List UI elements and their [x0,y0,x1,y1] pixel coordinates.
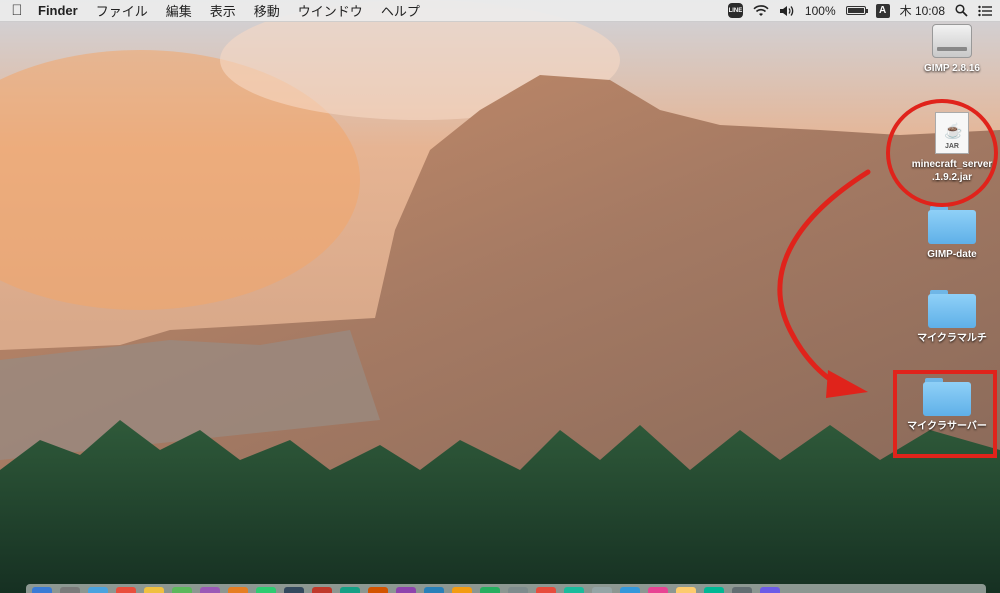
dock-app-icon[interactable] [760,587,780,593]
dock-app-icon[interactable] [144,587,164,593]
dock-app-icon[interactable] [368,587,388,593]
apple-icon[interactable]:  [0,2,34,19]
dock-app-icon[interactable] [452,587,472,593]
menu-window[interactable]: ウインドウ [289,1,372,20]
input-source-icon[interactable]: A [875,3,890,18]
folder-icon [928,206,976,244]
dock-app-icon[interactable] [116,587,136,593]
desktop-icon-gimp-drive[interactable]: GIMP 2.8.16 [904,24,1000,75]
battery-percent: 100% [804,3,836,18]
dock-app-icon[interactable] [592,587,612,593]
battery-icon[interactable] [845,6,868,15]
dock-app-icon[interactable] [340,587,360,593]
dock-app-icon[interactable] [424,587,444,593]
drive-icon [932,24,972,58]
folder-icon [928,290,976,328]
status-area: LINE 100% A 木 10:08 [718,0,1000,22]
desktop-icon-label: GIMP-date [927,249,977,260]
dock-app-icon[interactable] [256,587,276,593]
dock-app-icon[interactable] [676,587,696,593]
dock-app-icon[interactable] [32,587,52,593]
dock-app-icon[interactable] [648,587,668,593]
menu-finder[interactable]: Finder [34,3,87,18]
dock-app-icon[interactable] [396,587,416,593]
clock[interactable]: 木 10:08 [900,2,945,19]
dock-app-icon[interactable] [732,587,752,593]
line-icon[interactable]: LINE [727,3,743,18]
notification-icon[interactable] [978,5,992,17]
dock-app-icon[interactable] [200,587,220,593]
annotation-rectangle [893,370,997,458]
wifi-icon[interactable] [753,4,769,17]
dock-app-icon[interactable] [284,587,304,593]
desktop:  Finder ファイル 編集 表示 移動 ウインドウ ヘルプ LINE 10… [0,0,1000,593]
menu-edit[interactable]: 編集 [157,1,201,20]
dock-app-icon[interactable] [536,587,556,593]
desktop-icon-label: GIMP 2.8.16 [924,63,980,74]
menu-help[interactable]: ヘルプ [372,1,429,20]
dock-app-icon[interactable] [172,587,192,593]
dock [26,584,986,593]
desktop-icon-folder-maikura-multi[interactable]: マイクラマルチ [904,290,1000,345]
dock-app-icon[interactable] [88,587,108,593]
dock-app-icon[interactable] [480,587,500,593]
dock-app-icon[interactable] [60,587,80,593]
volume-icon[interactable] [779,5,795,17]
menu-go[interactable]: 移動 [245,1,289,20]
annotation-circle [886,99,998,207]
spotlight-icon[interactable] [955,4,968,17]
dock-app-icon[interactable] [228,587,248,593]
wallpaper-yosemite [0,0,1000,593]
menu-bar:  Finder ファイル 編集 表示 移動 ウインドウ ヘルプ LINE 10… [0,0,1000,22]
menu-file[interactable]: ファイル [87,1,157,20]
dock-app-icon[interactable] [312,587,332,593]
desktop-icon-folder-gimp-date[interactable]: GIMP-date [904,206,1000,261]
dock-app-icon[interactable] [704,587,724,593]
dock-app-icon[interactable] [620,587,640,593]
desktop-icon-label: マイクラマルチ [917,333,987,344]
dock-app-icon[interactable] [564,587,584,593]
dock-app-icon[interactable] [508,587,528,593]
menu-view[interactable]: 表示 [201,1,245,20]
